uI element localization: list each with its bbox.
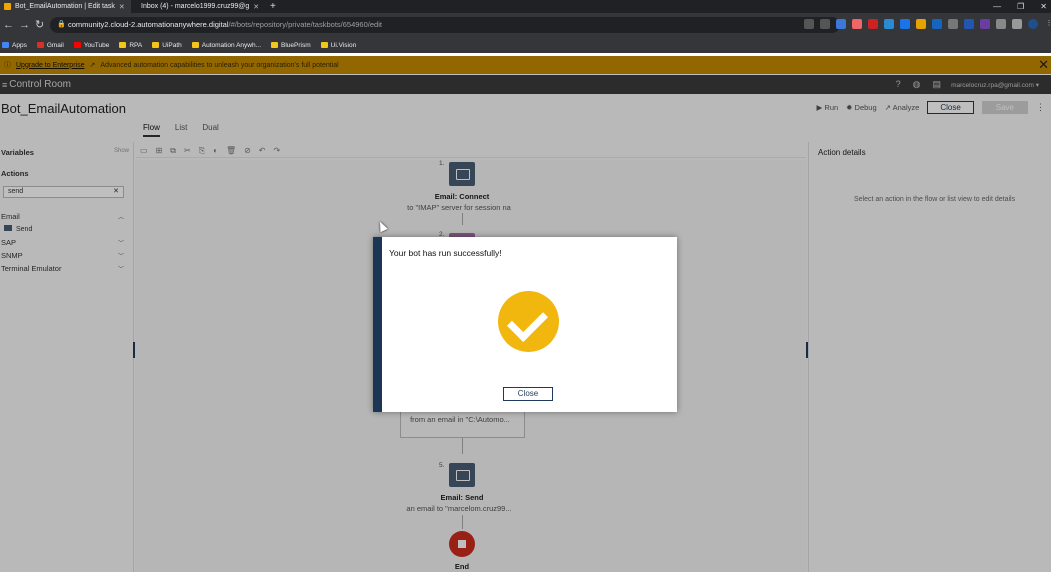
bookmark-label: BluePrism <box>281 41 311 49</box>
bookmark-label: Automation Anywh... <box>201 41 262 49</box>
window-close-icon[interactable]: ✕ <box>1040 0 1047 13</box>
extension-icon[interactable] <box>964 19 974 29</box>
tab-title: Inbox (4) - marcelo1999.cruz99@g <box>141 3 250 10</box>
forward-icon[interactable]: → <box>19 18 30 32</box>
key-icon[interactable] <box>804 19 814 29</box>
extension-icon[interactable] <box>900 19 910 29</box>
extension-icon[interactable] <box>948 19 958 29</box>
bookmark-label: Ui.Vision <box>330 41 357 49</box>
extension-icon[interactable] <box>916 19 926 29</box>
minimize-icon[interactable]: — <box>993 0 1001 13</box>
url-path: /#/bots/repository/private/taskbots/6549… <box>228 20 382 29</box>
dialog-close-button[interactable]: Close <box>503 387 553 401</box>
youtube-icon <box>73 42 81 48</box>
extension-icon[interactable] <box>932 19 942 29</box>
browser-tab-bar: Bot_EmailAutomation | Edit task ✕ Inbox … <box>0 0 1051 13</box>
success-checkmark-icon <box>498 291 559 352</box>
bookmark-label: RPA <box>129 41 143 49</box>
bookmark-blueprism[interactable]: BluePrism <box>271 42 311 49</box>
url-host: community2.cloud-2.automationanywhere.di… <box>68 20 229 29</box>
folder-icon <box>152 42 160 48</box>
bookmark-label: Apps <box>12 41 27 49</box>
extension-icon[interactable] <box>980 19 990 29</box>
url-bar[interactable]: 🔒 community2.cloud-2.automationanywhere.… <box>50 17 840 33</box>
tab-close-icon[interactable]: ✕ <box>253 3 259 11</box>
bookmark-label: YouTube <box>83 41 110 49</box>
folder-icon <box>191 42 199 48</box>
automation-anywhere-favicon-icon <box>4 3 11 10</box>
bookmark-label: Gmail <box>46 41 64 49</box>
browser-tab-active[interactable]: Bot_EmailAutomation | Edit task ✕ <box>0 0 131 13</box>
media-icon[interactable] <box>1012 19 1022 29</box>
chrome-menu-icon[interactable]: ⋮ <box>1044 19 1051 29</box>
bookmark-uipath[interactable]: UiPath <box>152 42 182 49</box>
bookmark-automation-anywhere[interactable]: Automation Anywh... <box>191 41 262 49</box>
tab-title: Bot_EmailAutomation | Edit task <box>15 3 115 10</box>
tab-close-icon[interactable]: ✕ <box>119 3 125 11</box>
back-icon[interactable]: ← <box>3 18 14 32</box>
extension-icons: ⋮ <box>804 19 1051 29</box>
browser-tab-gmail[interactable]: Inbox (4) - marcelo1999.cruz99@g ✕ <box>133 0 263 13</box>
folder-icon <box>271 42 279 48</box>
dialog-accent-bar <box>373 237 382 412</box>
bookmark-uivision[interactable]: Ui.Vision <box>320 41 357 49</box>
star-icon[interactable] <box>820 19 830 29</box>
gmail-icon <box>36 42 44 48</box>
new-tab-icon[interactable]: + <box>270 0 276 13</box>
bookmark-gmail[interactable]: Gmail <box>36 41 64 49</box>
maximize-icon[interactable]: ❐ <box>1017 0 1024 13</box>
bookmark-apps[interactable]: Apps <box>2 42 27 49</box>
address-toolbar: ← → ↻ 🔒 community2.cloud-2.automationany… <box>0 13 1051 37</box>
window-controls: — ❐ ✕ <box>993 0 1047 13</box>
reload-icon[interactable]: ↻ <box>35 18 44 32</box>
profile-avatar[interactable] <box>1028 19 1038 29</box>
extension-icon[interactable] <box>852 19 862 29</box>
folder-icon <box>119 42 127 48</box>
puzzle-icon[interactable] <box>996 19 1006 29</box>
bookmarks-bar: Apps Gmail YouTube RPA UiPath Automation… <box>0 37 1051 53</box>
extension-icon[interactable] <box>836 19 846 29</box>
lock-icon: 🔒 <box>57 21 66 28</box>
extension-icon[interactable] <box>884 19 894 29</box>
folder-icon <box>320 42 328 48</box>
dialog-message: Your bot has run successfully! <box>389 248 502 258</box>
bookmark-youtube[interactable]: YouTube <box>73 41 110 49</box>
apps-grid-icon <box>2 42 9 48</box>
success-dialog: Your bot has run successfully! Close <box>373 237 677 412</box>
bookmark-rpa[interactable]: RPA <box>119 42 142 49</box>
bookmark-label: UiPath <box>162 41 182 49</box>
extension-icon[interactable] <box>868 19 878 29</box>
